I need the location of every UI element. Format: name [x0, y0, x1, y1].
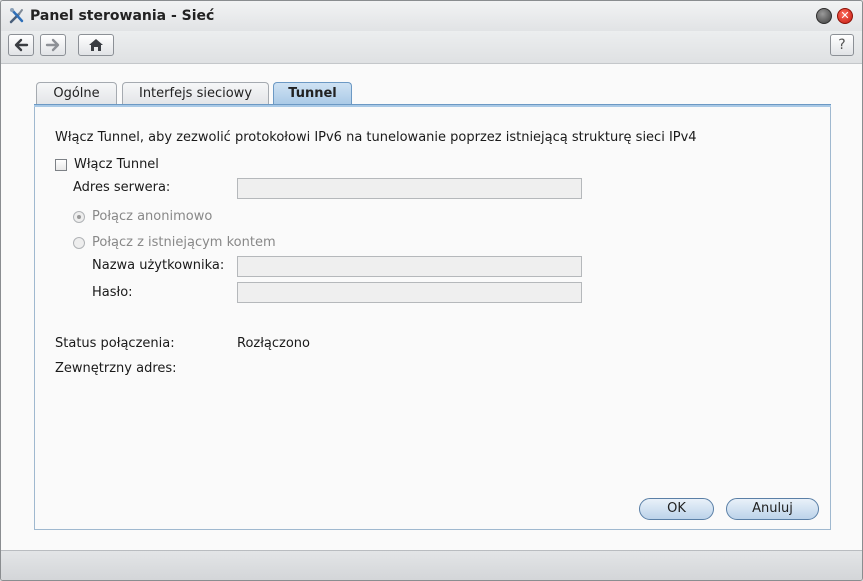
help-icon: ?	[838, 37, 846, 53]
username-label: Nazwa użytkownika:	[92, 258, 225, 273]
cancel-button[interactable]: Anuluj	[726, 498, 819, 520]
control-panel-wrench-icon	[9, 8, 24, 24]
tab-general[interactable]: Ogólne	[36, 82, 117, 104]
tab-tunnel[interactable]: Tunnel	[273, 82, 352, 105]
radio-connect-anonymous[interactable]	[73, 211, 85, 223]
status-bar	[1, 550, 862, 580]
tunnel-panel: Włącz Tunnel, aby zezwolić protokołowi I…	[34, 107, 831, 530]
control-panel-window: Panel sterowania - Sieć ✕ ? Ogólne Inter…	[0, 0, 863, 581]
back-button[interactable]	[8, 34, 34, 56]
toolbar: ?	[1, 31, 862, 64]
minimize-icon[interactable]	[816, 8, 832, 24]
enable-tunnel-checkbox[interactable]	[55, 159, 67, 171]
forward-button[interactable]	[40, 34, 66, 56]
ok-button[interactable]: OK	[639, 498, 714, 520]
arrow-right-icon	[45, 38, 60, 52]
content-area: Ogólne Interfejs sieciowy Tunnel Włącz T…	[1, 64, 862, 550]
tab-network-interface[interactable]: Interfejs sieciowy	[122, 82, 269, 104]
close-icon[interactable]: ✕	[837, 8, 853, 24]
title-bar[interactable]: Panel sterowania - Sieć ✕	[1, 1, 862, 31]
home-icon	[89, 39, 103, 51]
username-field[interactable]	[237, 256, 582, 277]
help-button[interactable]: ?	[830, 34, 854, 56]
password-field[interactable]	[237, 282, 582, 303]
connection-status-label: Status połączenia:	[55, 336, 175, 351]
arrow-left-icon	[14, 38, 29, 52]
home-button[interactable]	[78, 34, 114, 56]
radio-connect-account[interactable]	[73, 237, 85, 249]
radio-connect-account-label: Połącz z istniejącym kontem	[92, 235, 276, 250]
enable-tunnel-label: Włącz Tunnel	[74, 157, 159, 172]
window-title: Panel sterowania - Sieć	[30, 8, 215, 24]
server-address-field[interactable]	[237, 178, 582, 199]
connection-status-value: Rozłączono	[237, 336, 311, 351]
server-address-label: Adres serwera:	[73, 180, 171, 195]
external-address-label: Zewnętrzny adres:	[55, 361, 177, 376]
password-label: Hasło:	[92, 285, 133, 300]
radio-connect-anonymous-label: Połącz anonimowo	[92, 209, 213, 224]
tunnel-description: Włącz Tunnel, aby zezwolić protokołowi I…	[55, 130, 697, 145]
